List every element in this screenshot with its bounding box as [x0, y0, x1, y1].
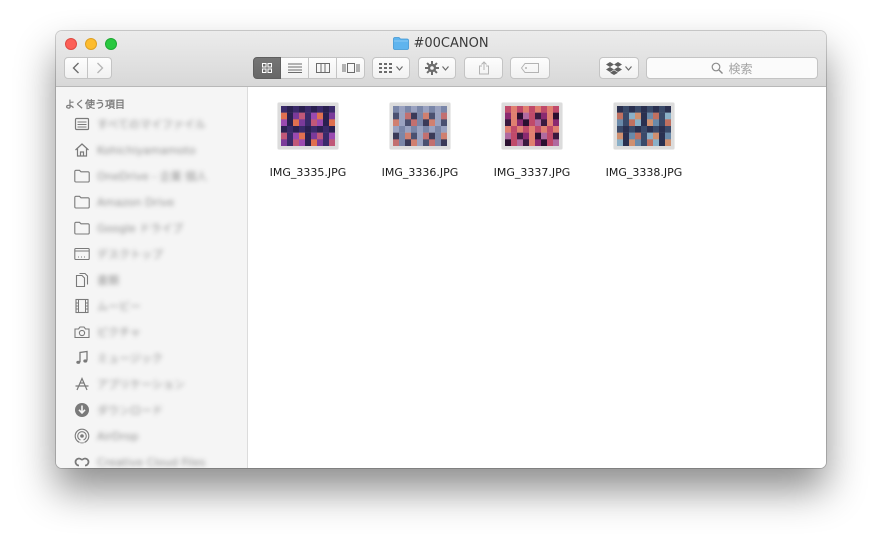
sidebar-item-creative-cloud[interactable]: Creative Cloud Files: [73, 452, 206, 468]
chevron-down-icon: [442, 65, 449, 71]
sidebar-item-music[interactable]: ミュージック: [73, 348, 163, 368]
image-thumbnail: [502, 103, 562, 149]
sidebar-item-label: Creative Cloud Files: [97, 455, 206, 469]
columns-icon: [315, 63, 330, 73]
tag-button[interactable]: [510, 57, 550, 79]
home-icon: [73, 141, 91, 159]
gallery-view-button[interactable]: [337, 57, 365, 79]
chevron-down-icon: [625, 65, 632, 71]
sidebar-item-label: ミュージック: [97, 352, 163, 365]
sidebar-item-label: Amazon Drive: [97, 195, 175, 209]
sidebar-item-home[interactable]: Kohichiyamamoto: [73, 140, 196, 160]
list-view-button[interactable]: [281, 57, 309, 79]
sidebar-item-label: ダウンロード: [97, 404, 163, 417]
image-thumbnail: [278, 103, 338, 149]
chevron-down-icon: [396, 65, 403, 71]
image-thumbnail: [390, 103, 450, 149]
file-name: IMG_3337.JPG: [493, 166, 571, 179]
window-title: #00CANON: [56, 35, 826, 56]
airdrop-icon: [73, 427, 91, 445]
sidebar-item-desktop[interactable]: デスクトップ: [73, 244, 163, 264]
chevron-left-icon: [72, 62, 79, 74]
file-item[interactable]: IMG_3337.JPG: [484, 103, 580, 179]
search-field[interactable]: 検索: [646, 57, 818, 79]
grid-icon: [262, 63, 272, 73]
list-icon: [287, 63, 302, 73]
folder-icon: [73, 167, 91, 185]
movies-icon: [73, 297, 91, 315]
share-button[interactable]: [464, 57, 503, 79]
folder-icon: [73, 219, 91, 237]
cover-flow-icon: [342, 63, 359, 73]
sidebar-header-favorites: よく使う項目: [65, 100, 125, 111]
sidebar-item-label: ピクチャ: [97, 326, 141, 339]
documents-icon: [73, 271, 91, 289]
action-button[interactable]: [418, 57, 456, 79]
sidebar-item-pictures[interactable]: ピクチャ: [73, 322, 141, 342]
camera-icon: [73, 323, 91, 341]
sidebar-item-amazon-drive[interactable]: Amazon Drive: [73, 192, 174, 212]
file-name: IMG_3336.JPG: [381, 166, 459, 179]
sidebar-item-documents[interactable]: 書類: [73, 270, 119, 290]
thumbnail-pixels: [505, 106, 559, 146]
search-icon: [712, 62, 724, 74]
sidebar-item-label: アプリケーション: [97, 378, 185, 391]
sidebar-item-label: Kohichiyamamoto: [97, 143, 196, 157]
arrange-grid-icon: [379, 63, 392, 73]
desktop-icon: [73, 245, 91, 263]
back-button[interactable]: [64, 57, 88, 79]
forward-button[interactable]: [88, 57, 112, 79]
chevron-right-icon: [96, 62, 103, 74]
thumbnail-pixels: [281, 106, 335, 146]
sidebar-item-label: Google ドライブ: [97, 222, 184, 235]
applications-icon: [73, 375, 91, 393]
file-icon-grid: IMG_3335.JPG IMG_3336.JPG IMG_3337.JPG I…: [248, 87, 826, 468]
thumbnail-pixels: [617, 106, 671, 146]
sidebar-item-label: すべてのマイファイル: [97, 118, 206, 131]
folder-icon: [393, 37, 410, 56]
sidebar: よく使う項目 すべてのマイファイル Kohichiyamamoto OneDri…: [56, 87, 248, 468]
music-icon: [73, 349, 91, 367]
nav-buttons: [64, 57, 112, 79]
finder-window: #00CANON 検索 よく使う項目 すべてのマイファイル Kohichiyam…: [56, 31, 826, 468]
dropbox-icon: [606, 61, 622, 75]
sidebar-item-label: OneDrive - 企業 個人: [97, 170, 208, 183]
thumbnail-pixels: [393, 106, 447, 146]
image-thumbnail: [614, 103, 674, 149]
file-name: IMG_3338.JPG: [605, 166, 683, 179]
sidebar-item-label: AirDrop: [97, 429, 139, 443]
dropbox-button[interactable]: [599, 57, 639, 79]
arrange-button[interactable]: [372, 57, 410, 79]
sidebar-item-label: ムービー: [97, 300, 141, 313]
search-placeholder: 検索: [728, 61, 753, 76]
share-icon: [478, 61, 489, 75]
downloads-icon: [73, 401, 91, 419]
sidebar-item-google-drive[interactable]: Google ドライブ: [73, 218, 183, 238]
sidebar-item-all-files[interactable]: すべてのマイファイル: [73, 114, 206, 134]
sidebar-item-movies[interactable]: ムービー: [73, 296, 141, 316]
sidebar-item-label: 書類: [97, 274, 119, 287]
sidebar-item-applications[interactable]: アプリケーション: [73, 374, 185, 394]
file-name: IMG_3335.JPG: [269, 166, 347, 179]
icon-view-button[interactable]: [253, 57, 281, 79]
titlebar: #00CANON 検索: [56, 31, 826, 87]
tag-icon: [521, 63, 539, 73]
folder-icon: [73, 193, 91, 211]
view-mode-control: [253, 57, 365, 79]
creative-cloud-icon: [73, 453, 91, 468]
file-item[interactable]: IMG_3335.JPG: [260, 103, 356, 179]
column-view-button[interactable]: [309, 57, 337, 79]
file-item[interactable]: IMG_3338.JPG: [596, 103, 692, 179]
file-item[interactable]: IMG_3336.JPG: [372, 103, 468, 179]
sidebar-item-onedrive[interactable]: OneDrive - 企業 個人: [73, 166, 207, 186]
sidebar-item-label: デスクトップ: [97, 248, 163, 261]
gear-icon: [425, 61, 439, 75]
sidebar-item-airdrop[interactable]: AirDrop: [73, 426, 139, 446]
all-files-icon: [73, 115, 91, 133]
window-title-text: #00CANON: [413, 36, 489, 51]
sidebar-item-downloads[interactable]: ダウンロード: [73, 400, 163, 420]
